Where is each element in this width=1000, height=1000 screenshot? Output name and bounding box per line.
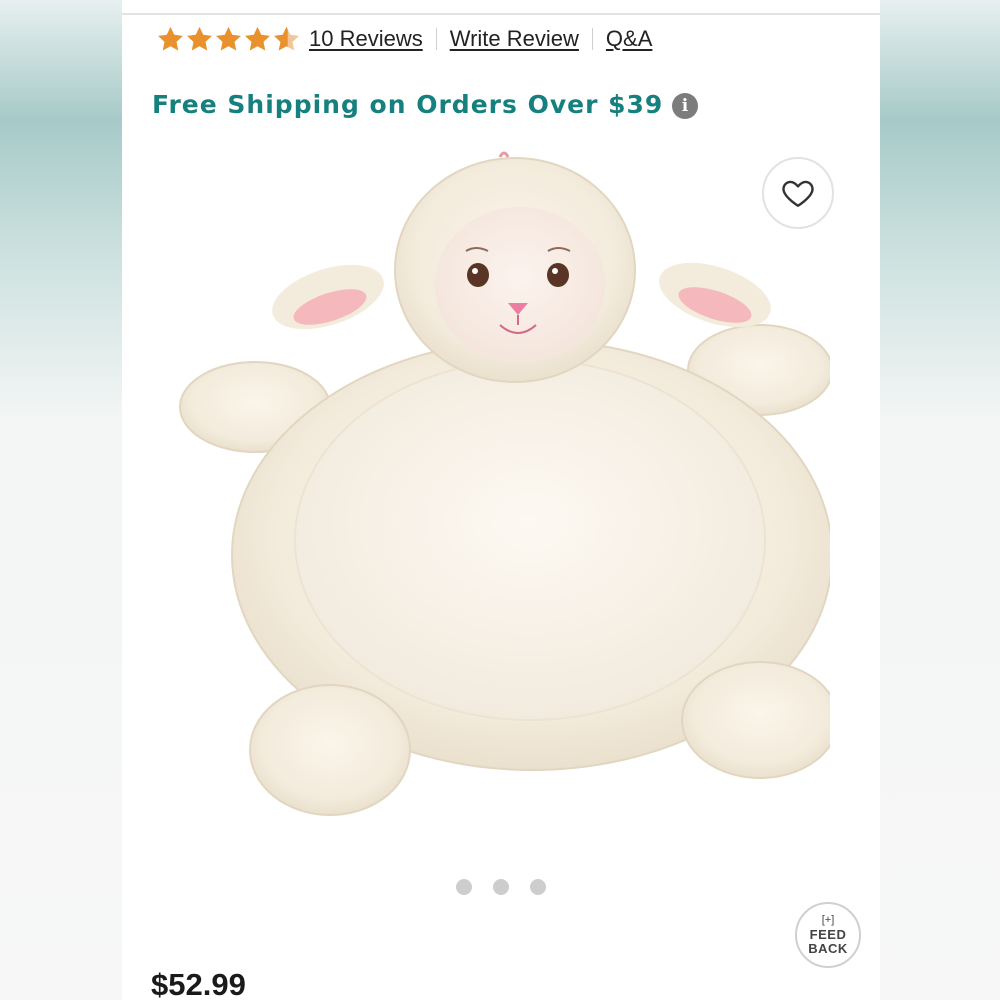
write-review-link[interactable]: Write Review xyxy=(450,26,579,52)
carousel-dot[interactable] xyxy=(456,879,472,895)
feedback-button[interactable]: [+] FEED BACK xyxy=(795,902,861,968)
carousel-dots xyxy=(456,879,546,895)
divider xyxy=(122,13,880,15)
separator xyxy=(435,28,437,50)
star-icon xyxy=(185,25,214,54)
carousel-dot[interactable] xyxy=(493,879,509,895)
star-icon xyxy=(214,25,243,54)
heart-icon xyxy=(782,180,814,207)
rating-row: 10 Reviews Write Review Q&A xyxy=(156,22,652,56)
half-star-icon xyxy=(272,25,301,54)
star-icon xyxy=(243,25,272,54)
reviews-link[interactable]: 10 Reviews xyxy=(309,26,423,52)
product-image[interactable] xyxy=(170,145,830,845)
product-price: $52.99 xyxy=(151,967,246,1000)
star-icon xyxy=(156,25,185,54)
star-rating[interactable] xyxy=(156,25,301,54)
info-icon[interactable]: i xyxy=(672,93,698,119)
feedback-label-line1: FEED xyxy=(809,927,847,943)
wishlist-button[interactable] xyxy=(762,157,834,229)
separator xyxy=(591,28,593,50)
free-shipping-banner: Free Shipping on Orders Over $39 xyxy=(152,90,664,119)
background-left xyxy=(0,0,122,1000)
carousel-dot[interactable] xyxy=(530,879,546,895)
qa-link[interactable]: Q&A xyxy=(606,26,652,52)
product-panel: 10 Reviews Write Review Q&A Free Shippin… xyxy=(122,0,880,1000)
feedback-plus-icon: [+] xyxy=(821,913,835,926)
feedback-label-line2: BACK xyxy=(808,940,848,956)
background-right xyxy=(880,0,1000,1000)
